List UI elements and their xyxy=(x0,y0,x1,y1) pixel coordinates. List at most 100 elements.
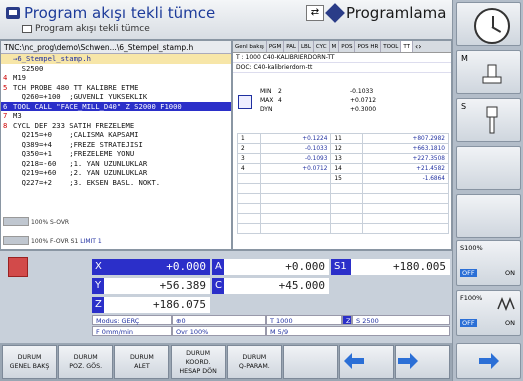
table-row xyxy=(236,183,450,194)
cnc-screen: Program akışı tekli tümce Program akışı … xyxy=(0,0,523,381)
program-line[interactable]: 6 TOOL CALL "FACE_MILL_D40" Z S2000 F1000 xyxy=(1,101,231,111)
table-cell: 3 xyxy=(236,153,262,164)
table-cell xyxy=(236,203,262,214)
line-number: 7 xyxy=(3,111,8,120)
softkey-5[interactable]: DURUM Q-PARAM. xyxy=(226,345,282,379)
max-row: MAX 4 +0.0712 xyxy=(260,96,474,105)
stop-icon[interactable] xyxy=(8,257,28,277)
probe-icon xyxy=(238,95,252,109)
tab-pos-hr[interactable]: POS HR xyxy=(355,41,382,52)
feed-override-button[interactable]: F100% OFF ON xyxy=(456,290,521,336)
table-cell xyxy=(361,203,450,214)
table-cell: 11 xyxy=(330,133,363,144)
feed-override-text: 100% F-OVR S1 xyxy=(31,238,79,245)
program-line[interactable]: Q389=+4 ;FREZE STRATEJISI xyxy=(1,140,231,150)
tt-results-table: 1 +0.1224 11 +807.2982 2 -0.1033 12 +663.1810 3-… xyxy=(236,133,450,234)
tab-lbl[interactable]: LBL xyxy=(299,41,314,52)
program-line[interactable]: 4 M19 xyxy=(1,73,231,83)
line-number: 4 xyxy=(3,73,8,82)
softkey-2[interactable]: DURUM POZ. GÖS. xyxy=(58,345,114,379)
mode-label-text: Programlama xyxy=(346,4,447,22)
table-cell: 12 xyxy=(330,143,363,154)
tab-scroll-arrows-icon[interactable]: ‹› xyxy=(413,41,423,52)
line-text: TCH PROBE 480 TT KALIBRE ETME xyxy=(13,82,139,92)
tab-pgm[interactable]: PGM xyxy=(267,41,285,52)
table-cell xyxy=(236,173,262,184)
dyn-b: +0.3000 xyxy=(350,106,377,113)
table-cell xyxy=(260,203,332,214)
table-cell xyxy=(330,213,363,224)
table-cell: 1 xyxy=(236,133,262,144)
table-cell xyxy=(361,193,450,204)
axis-a-value: +0.000 xyxy=(224,259,329,275)
tab-pos[interactable]: POS xyxy=(339,41,356,52)
softkey-8[interactable] xyxy=(395,345,451,379)
program-line[interactable]: Q260=+100 ;GUVENLI YUKSEKLIK xyxy=(1,92,231,102)
table-cell: +663.1810 xyxy=(361,143,450,154)
axis-s1-label: S1 xyxy=(331,259,351,275)
table-cell xyxy=(236,223,262,234)
table-cell xyxy=(260,173,332,184)
mode-programming-button[interactable]: Programlama xyxy=(325,3,447,23)
max-a: 4 xyxy=(278,97,282,104)
table-cell: 2 xyxy=(236,143,262,154)
program-line[interactable]: Q215=+0 ;CALISMA KAPSAMI xyxy=(1,130,231,140)
softkey-label: DURUM xyxy=(129,354,154,361)
table-cell: 14 xyxy=(330,163,363,174)
softkey-3[interactable]: DURUM ALET xyxy=(114,345,170,379)
spindle-icon xyxy=(486,106,498,134)
empty-softkey-r5[interactable] xyxy=(456,194,521,238)
tab-m[interactable]: M xyxy=(330,41,340,52)
table-cell: +0.0712 xyxy=(260,163,332,174)
table-row: 3 -0.1093 13 +227.3508 xyxy=(236,153,450,164)
softkey-label: Q-PARAM. xyxy=(238,363,270,370)
program-line[interactable]: 8 CYCL DEF 233 SATIH FREZELEME xyxy=(1,121,231,131)
table-row xyxy=(236,203,450,214)
subtitle-text: Program akışı tekli tümce xyxy=(35,24,150,34)
line-text: TOOL CALL "FACE_MILL_D40" Z S2000 F1000 xyxy=(13,101,182,111)
program-list[interactable]: →6_Stempel_stamp.h S2500 4 M19 5 TCH PROBE 4… xyxy=(1,54,231,187)
softkey-1[interactable]: DURUM GENEL BAKŞ xyxy=(2,345,57,379)
softkey-label: DURUM xyxy=(73,354,98,361)
program-line[interactable]: Q219=+60 ;2. YAN UZUNLUKLAR xyxy=(1,168,231,178)
f100-label: F100% xyxy=(460,294,483,302)
table-row: 2 -0.1033 12 +663.1810 xyxy=(236,143,450,154)
table-cell xyxy=(361,183,450,194)
spindle-override-button[interactable]: S100% OFF ON xyxy=(456,240,521,286)
tab-genl-bakış[interactable]: Genl bakış xyxy=(233,41,267,52)
spindle-axis-status: Z xyxy=(342,315,352,325)
program-line[interactable]: Q227=+2 ;3. EKSEN BASL. NOKT. xyxy=(1,178,231,188)
s-on-label: ON xyxy=(505,269,515,277)
program-line[interactable]: S2500 xyxy=(1,64,231,74)
tab-pal[interactable]: PAL xyxy=(284,41,299,52)
table-cell: +807.2982 xyxy=(361,133,450,144)
program-line[interactable]: 5 TCH PROBE 480 TT KALIBRE ETME xyxy=(1,83,231,93)
swap-arrow-icon[interactable]: ⇄ xyxy=(306,5,324,21)
axis-c-value: +45.000 xyxy=(224,278,329,294)
min-row: MIN 2 -0.1033 xyxy=(260,87,474,96)
empty-softkey-r4[interactable] xyxy=(456,146,521,190)
line-number: 8 xyxy=(3,120,8,130)
table-cell xyxy=(330,223,363,234)
tab-cyc[interactable]: CYC xyxy=(314,41,330,52)
tab-tt[interactable]: TT xyxy=(401,41,413,52)
softkey-label: GENEL BAKŞ xyxy=(9,363,50,370)
table-row: 1 +0.1224 11 +807.2982 xyxy=(236,133,450,144)
max-label: MAX xyxy=(260,97,274,104)
clock-button[interactable] xyxy=(456,2,521,46)
line-text: →6_Stempel_stamp.h xyxy=(13,54,91,63)
s-function-button[interactable]: S xyxy=(456,98,521,142)
softkey-4[interactable]: DURUM KOORD. HESAP DÖN xyxy=(170,345,226,379)
program-line[interactable]: Q218=-60 ;1. YAN UZUNLUKLAR xyxy=(1,159,231,169)
softkey-6[interactable] xyxy=(283,345,338,379)
softkey-label: KOORD. xyxy=(185,358,211,366)
tab-tool[interactable]: TOOL xyxy=(381,41,402,52)
program-line[interactable]: Q350=+1 ;FREZELEME YONU xyxy=(1,149,231,159)
next-softkey-row-button[interactable] xyxy=(456,343,521,379)
axis-y-label: Y xyxy=(92,278,104,294)
program-line[interactable]: →6_Stempel_stamp.h xyxy=(1,54,231,64)
program-line[interactable]: 7 M3 xyxy=(1,111,231,121)
m-function-button[interactable]: M xyxy=(456,50,521,94)
dyn-row: DYN +0.3000 xyxy=(260,105,474,114)
softkey-7[interactable] xyxy=(339,345,395,379)
